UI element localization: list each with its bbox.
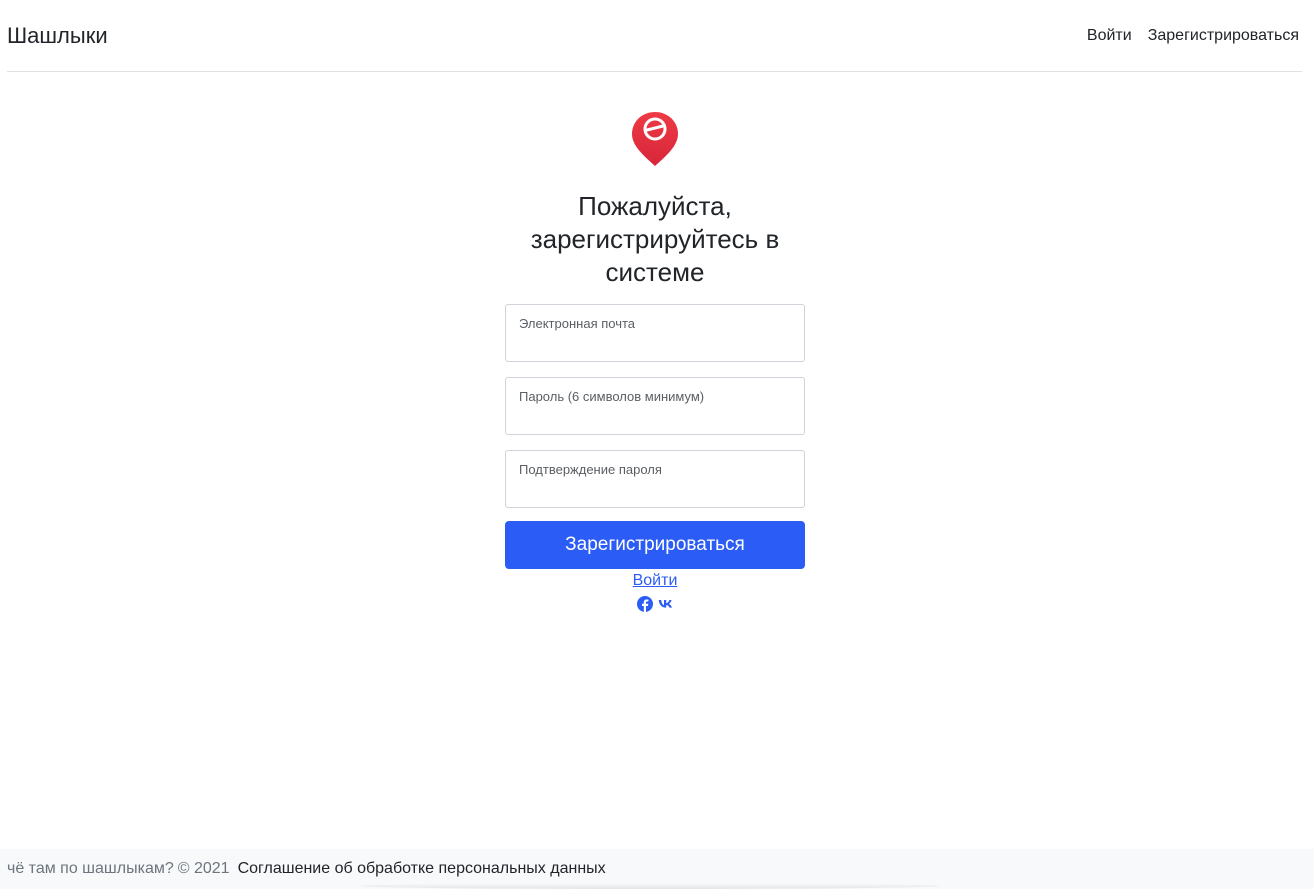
login-link[interactable]: Войти (633, 572, 678, 590)
confirm-password-field[interactable]: Подтверждение пароля (505, 450, 805, 508)
footer-copyright: © 2021 (177, 860, 230, 877)
footer-agreement-link[interactable]: Соглашение об обработке персональных дан… (238, 860, 606, 878)
confirm-password-field-label: Подтверждение пароля (519, 462, 662, 477)
map-pin-logo-icon (632, 112, 678, 166)
footer-shadow (360, 883, 940, 889)
nav-login-link[interactable]: Войти (1087, 27, 1132, 45)
facebook-icon[interactable] (636, 596, 653, 612)
email-field[interactable]: Электронная почта (505, 304, 805, 362)
brand-link[interactable]: Шашлыки (7, 23, 108, 49)
footer-tagline: чё там по шашлыкам? (7, 860, 174, 877)
email-input[interactable] (518, 335, 792, 355)
password-field[interactable]: Пароль (6 символов минимум) (505, 377, 805, 435)
social-login (636, 596, 674, 612)
page-title: Пожалуйста, зарегистрируйтесь в системе (530, 191, 780, 287)
register-submit-button[interactable]: Зарегистрироваться (505, 521, 805, 569)
vk-icon[interactable] (658, 596, 674, 612)
register-form: Пожалуйста, зарегистрируйтесь в системе … (505, 110, 805, 612)
password-field-label: Пароль (6 символов минимум) (519, 389, 705, 404)
top-navbar: Шашлыки Войти Зарегистрироваться (7, 0, 1302, 72)
page: Шашлыки Войти Зарегистрироваться Пожалуй… (0, 0, 1314, 889)
header-nav: Войти Зарегистрироваться (1087, 27, 1302, 45)
confirm-password-input[interactable] (518, 481, 792, 501)
password-input[interactable] (518, 408, 792, 428)
email-field-label: Электронная почта (519, 316, 636, 331)
nav-register-link[interactable]: Зарегистрироваться (1148, 27, 1299, 45)
